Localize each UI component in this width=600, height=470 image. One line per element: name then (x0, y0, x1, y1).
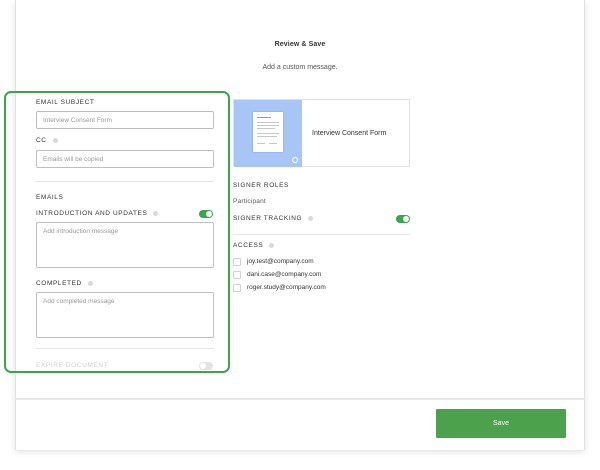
expire-document-toggle[interactable] (199, 362, 213, 370)
info-icon[interactable] (87, 280, 93, 286)
access-email: joy.test@company.com (247, 258, 314, 265)
email-subject-input[interactable]: Interview Consent Form (36, 111, 214, 129)
completed-message-textarea[interactable]: Add completed message (36, 292, 214, 338)
access-checkbox[interactable] (233, 271, 241, 279)
divider (233, 234, 410, 235)
email-subject-label: EMAIL SUBJECT (36, 99, 95, 106)
preview-line (257, 133, 279, 134)
zoom-icon[interactable] (292, 157, 298, 163)
emails-heading: EMAILS (36, 194, 64, 201)
introduction-label-text: INTRODUCTION AND UPDATES (36, 210, 148, 217)
info-icon[interactable] (52, 137, 58, 143)
preview-line (257, 136, 277, 137)
page-subtitle: Add a custom message. (262, 64, 338, 71)
access-label-text: ACCESS (233, 242, 264, 249)
info-icon[interactable] (153, 210, 159, 216)
document-page-preview (253, 112, 283, 152)
info-icon[interactable] (308, 215, 314, 221)
access-checkbox[interactable] (233, 258, 241, 266)
access-email: roger.study@company.com (247, 284, 326, 291)
preview-line (257, 122, 279, 123)
document-name: Interview Consent Form (312, 130, 387, 137)
signer-tracking-label: SIGNER TRACKING (233, 215, 314, 222)
toggle-knob (206, 211, 212, 217)
divider (36, 181, 214, 182)
preview-line (257, 125, 279, 126)
preview-line (269, 143, 277, 144)
cc-label-text: CC (36, 137, 47, 144)
access-checkbox[interactable] (233, 284, 241, 292)
expire-document-label: EXPIRE DOCUMENT (36, 362, 109, 369)
access-label: ACCESS (233, 242, 275, 249)
divider (36, 348, 214, 349)
toggle-knob (200, 363, 206, 369)
toggle-knob (403, 216, 409, 222)
signer-role-value: Participant (233, 198, 266, 205)
signer-tracking-toggle[interactable] (396, 215, 410, 223)
document-thumbnail (234, 100, 302, 167)
footer-divider (15, 398, 585, 400)
access-email: dani.case@company.com (247, 271, 322, 278)
document-card[interactable]: Interview Consent Form (233, 99, 410, 167)
info-icon[interactable] (269, 242, 275, 248)
completed-label: COMPLETED (36, 280, 93, 287)
signer-roles-label: SIGNER ROLES (233, 182, 289, 189)
signer-tracking-label-text: SIGNER TRACKING (233, 215, 303, 222)
introduction-toggle[interactable] (199, 210, 213, 218)
preview-line (257, 117, 271, 118)
introduction-label: INTRODUCTION AND UPDATES (36, 210, 159, 217)
preview-line (257, 128, 275, 129)
cc-input[interactable]: Emails will be copied (36, 150, 214, 168)
cc-label: CC (36, 137, 58, 144)
save-button[interactable]: Save (436, 409, 566, 438)
preview-line (257, 143, 265, 144)
page-title: Review & Save (274, 41, 326, 48)
completed-label-text: COMPLETED (36, 280, 82, 287)
introduction-message-textarea[interactable]: Add introduction message (36, 222, 214, 268)
